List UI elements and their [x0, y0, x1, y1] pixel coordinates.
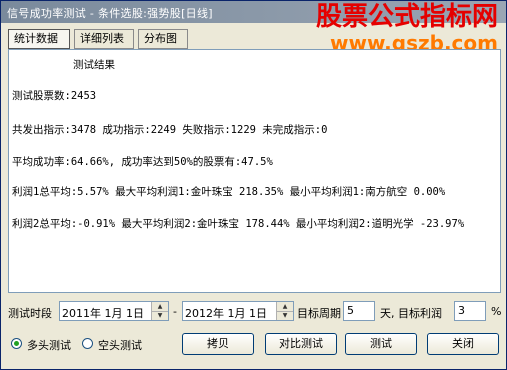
action-row: 多头测试 空头测试 拷贝 对比测试 测试 关闭 — [8, 333, 501, 357]
target-period-label: 目标周期 — [297, 307, 341, 320]
period-label: 测试时段 — [8, 307, 52, 320]
watermark-line1: 股票公式指标网 — [315, 2, 498, 32]
results-panel: 测试结果 测试股票数:2453 共发出指示:3478 成功指示:2249 失败指… — [8, 49, 501, 293]
short-test-radio[interactable] — [82, 338, 93, 349]
end-date-spinner[interactable]: ▲ ▼ — [276, 302, 293, 320]
target-profit-label: 天, 目标利润 — [380, 307, 442, 320]
period-controls: 测试时段 2011年 1月 1日 ▲ ▼ - 2012年 1月 1日 ▲ ▼ 目… — [8, 301, 501, 323]
tab-statistics[interactable]: 统计数据 — [8, 29, 70, 49]
start-date-value: 2011年 1月 1日 — [62, 307, 144, 320]
profit2-text: 利润2总平均:-0.91% 最大平均利润2:金叶珠宝 178.44% 最小平均利… — [12, 218, 465, 230]
signal-test-window: 信号成功率测试 - 条件选股:强势股[日线] 股票公式指标网 www.gszb.… — [0, 0, 507, 370]
percent-label: % — [491, 305, 502, 318]
close-button[interactable]: 关闭 — [427, 333, 499, 355]
compare-test-button[interactable]: 对比测试 — [265, 333, 337, 355]
long-test-label[interactable]: 多头测试 — [27, 337, 71, 353]
long-test-radio[interactable] — [11, 338, 22, 349]
profit1-text: 利润1总平均:5.57% 最大平均利润1:金叶珠宝 218.35% 最小平均利润… — [12, 186, 446, 198]
end-date-picker[interactable]: 2012年 1月 1日 ▲ ▼ — [182, 301, 294, 321]
short-test-label[interactable]: 空头测试 — [98, 337, 142, 353]
start-date-spinner[interactable]: ▲ ▼ — [151, 302, 168, 320]
spin-down-icon[interactable]: ▼ — [277, 311, 293, 320]
end-date-value: 2012年 1月 1日 — [185, 307, 267, 320]
avg-success-text: 平均成功率:64.66%, 成功率达到50%的股票有:47.5% — [12, 156, 273, 168]
window-title: 信号成功率测试 - 条件选股:强势股[日线] — [7, 7, 213, 20]
date-separator: - — [173, 305, 177, 318]
target-profit-input[interactable]: 3 — [454, 301, 486, 321]
target-period-input[interactable]: 5 — [343, 301, 375, 321]
signals-text: 共发出指示:3478 成功指示:2249 失败指示:1229 未完成指示:0 — [12, 124, 328, 136]
radio-selected-dot — [14, 341, 19, 346]
copy-button[interactable]: 拷贝 — [182, 333, 254, 355]
tab-detail-list[interactable]: 详细列表 — [74, 29, 134, 49]
start-date-picker[interactable]: 2011年 1月 1日 ▲ ▼ — [59, 301, 169, 321]
results-heading: 测试结果 — [73, 59, 115, 71]
test-button[interactable]: 测试 — [345, 333, 417, 355]
spin-down-icon[interactable]: ▼ — [152, 311, 168, 320]
tab-distribution[interactable]: 分布图 — [138, 29, 188, 49]
stock-count-text: 测试股票数:2453 — [12, 90, 97, 102]
